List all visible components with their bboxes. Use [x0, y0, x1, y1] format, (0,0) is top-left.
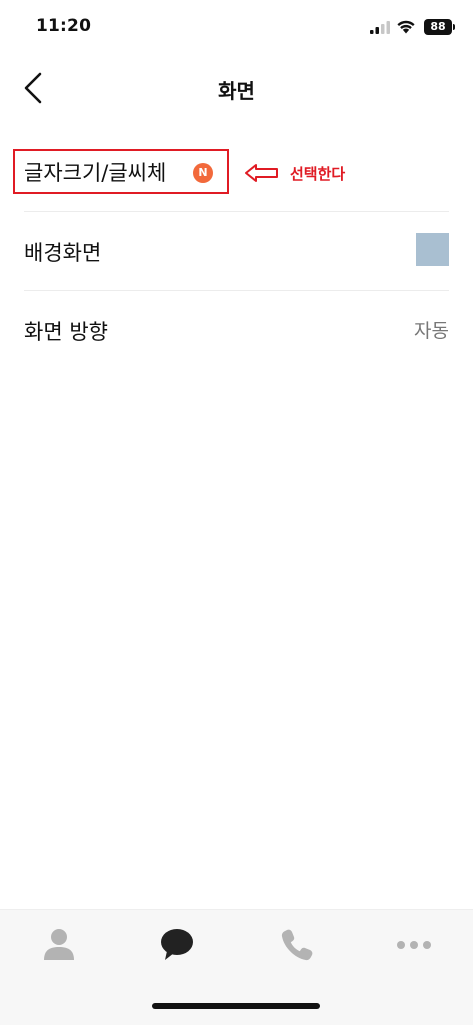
home-indicator: [152, 1003, 320, 1009]
settings-row-font[interactable]: 글자크기/글씨체 N 선택한다: [0, 133, 473, 211]
orientation-setting-label: 화면 방향: [24, 320, 108, 344]
chat-bubble-icon: [161, 929, 193, 960]
annotation-highlight-box: [13, 149, 229, 194]
battery-cap: [453, 24, 455, 30]
background-swatch: [416, 233, 449, 266]
tab-friends[interactable]: [29, 926, 89, 968]
status-bar: 11:20 88: [0, 0, 473, 58]
background-setting-label: 배경화면: [24, 241, 102, 265]
page-title: 화면: [218, 79, 255, 103]
orientation-value: 자동: [414, 320, 449, 342]
arrow-left-icon: [245, 164, 278, 182]
person-icon: [44, 929, 74, 960]
header: 화면: [0, 58, 473, 120]
tab-more[interactable]: [384, 926, 444, 968]
annotation-text: 선택한다: [290, 165, 346, 183]
battery-indicator: 88: [424, 19, 452, 35]
signal-icon: [370, 21, 390, 34]
settings-row-background[interactable]: 배경화면: [0, 211, 473, 289]
wifi-icon: [397, 20, 415, 34]
settings-row-orientation[interactable]: 화면 방향 자동: [0, 290, 473, 368]
tab-chats[interactable]: [147, 926, 207, 968]
tab-calls[interactable]: [266, 926, 326, 968]
phone-icon: [281, 929, 313, 961]
more-dots-icon: [397, 941, 431, 949]
status-time: 11:20: [36, 16, 92, 36]
